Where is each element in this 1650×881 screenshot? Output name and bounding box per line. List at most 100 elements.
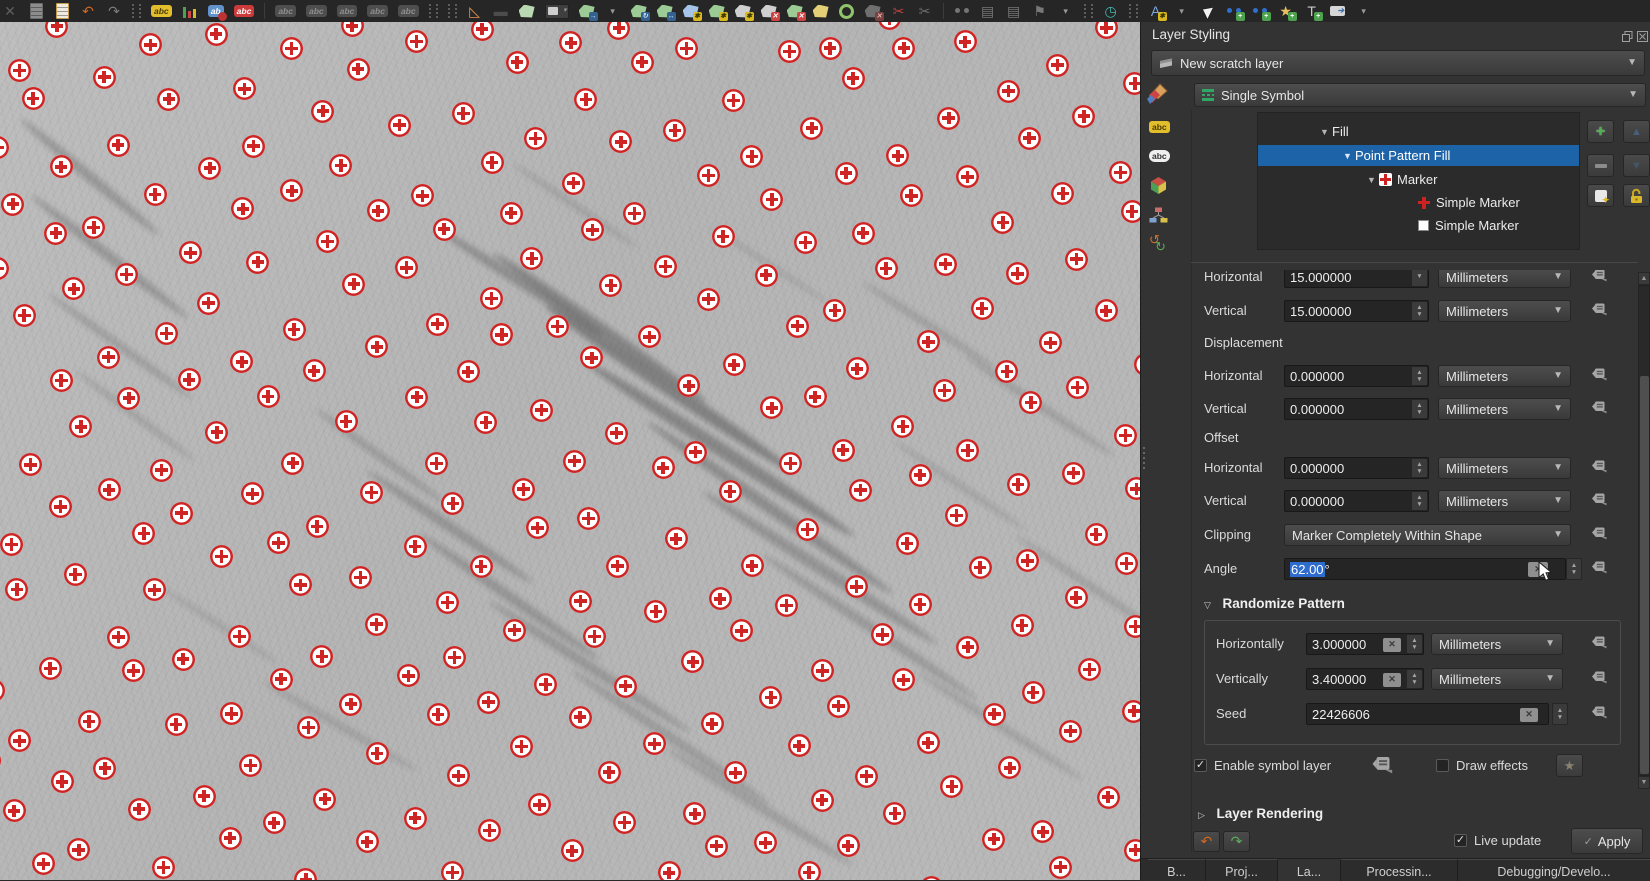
history-tab-icon[interactable]: ↺ ↻: [1149, 236, 1169, 256]
rotate-label-icon[interactable]: abc: [367, 2, 388, 20]
value-spinbox[interactable]: 0.000000▲▼: [1284, 365, 1429, 387]
spinner-buttons[interactable]: ▲▼: [1552, 703, 1568, 725]
scrollbar-thumb[interactable]: [1640, 376, 1649, 774]
layers-order-icon[interactable]: ▤: [1006, 2, 1022, 20]
maptips-icon[interactable]: ▬: [493, 2, 509, 20]
spin-down-icon[interactable]: ▼: [1416, 410, 1422, 416]
data-defined-button[interactable]: [1591, 459, 1607, 476]
spin-up-icon[interactable]: ▲: [1411, 638, 1417, 644]
data-defined-button[interactable]: [1591, 400, 1607, 417]
unit-dropdown[interactable]: Millimeters▼: [1431, 633, 1563, 655]
spin-up-icon[interactable]: ▲: [1416, 370, 1422, 376]
split-parts-icon[interactable]: ✕: [865, 2, 881, 20]
collapse-arrow-icon[interactable]: ▽: [1204, 600, 1211, 610]
duplicate-layout-icon[interactable]: [28, 2, 44, 20]
renderer-type-dropdown[interactable]: Single Symbol ▼: [1194, 83, 1646, 107]
spin-up-icon[interactable]: ▲: [1416, 462, 1422, 468]
dropdown-arrow-icon[interactable]: ▾: [605, 2, 621, 20]
spin-down-icon[interactable]: ▼: [1416, 502, 1422, 508]
value-spinbox[interactable]: 0.000000▲▼: [1284, 398, 1429, 420]
spinner-buttons[interactable]: ▲▼: [1412, 459, 1427, 477]
unit-dropdown[interactable]: Millimeters▼: [1431, 668, 1563, 690]
value-spinbox[interactable]: 0.000000▲▼: [1284, 457, 1429, 479]
labels-tab-icon[interactable]: abc: [1149, 118, 1170, 133]
expand-arrow-icon[interactable]: ▷: [1198, 810, 1205, 820]
temporal-controller-icon[interactable]: ◷: [1103, 2, 1119, 20]
unit-dropdown[interactable]: Millimeters▼: [1438, 457, 1571, 479]
value-spinbox[interactable]: 0.000000▲▼: [1284, 490, 1429, 512]
tree-row-point-pattern-fill[interactable]: ▼ Point Pattern Fill: [1258, 145, 1579, 166]
unit-dropdown[interactable]: Millimeters▼: [1438, 398, 1571, 420]
favorites-star-icon[interactable]: ★+: [1278, 2, 1294, 20]
clear-value-icon[interactable]: ✕: [1383, 673, 1401, 687]
add-vertex-icon[interactable]: +: [1226, 2, 1242, 20]
data-defined-button[interactable]: [1591, 367, 1607, 384]
apply-button[interactable]: ✓ Apply: [1571, 828, 1643, 854]
unit-dropdown[interactable]: Millimeters▼: [1438, 300, 1571, 322]
spin-up-icon[interactable]: ▲: [1416, 403, 1422, 409]
balloon-annotation-icon[interactable]: ➔: [1330, 2, 1346, 20]
lock-colors-button[interactable]: [1623, 184, 1650, 207]
spin-down-icon[interactable]: ▼: [1416, 377, 1422, 383]
enable-symbol-layer-checkbox[interactable]: ✓: [1194, 759, 1207, 772]
spinner-buttons[interactable]: ▲▼: [1566, 558, 1582, 580]
digitize-icon[interactable]: [519, 2, 535, 20]
dropdown-arrow-icon[interactable]: ▾: [1174, 2, 1190, 20]
spinner-buttons[interactable]: ▲▼: [1412, 367, 1427, 385]
duplicate-symbol-layer-button[interactable]: ✦: [1587, 184, 1614, 207]
value-spinbox[interactable]: 15.000000▲▼: [1284, 300, 1429, 322]
spinner-buttons[interactable]: ▲▼: [1412, 400, 1427, 418]
draw-effects-checkbox[interactable]: [1436, 759, 1449, 772]
data-defined-button[interactable]: [1591, 560, 1607, 577]
redo-icon[interactable]: ↷: [106, 2, 122, 20]
reshape-features-icon[interactable]: [813, 2, 829, 20]
spin-up-icon[interactable]: ▲: [1411, 673, 1417, 679]
data-defined-button[interactable]: [1591, 526, 1607, 543]
labeling-options-icon[interactable]: [182, 2, 198, 20]
spin-down-icon[interactable]: ▼: [1411, 680, 1417, 686]
bottom-tab-3[interactable]: La...: [1278, 859, 1341, 881]
move-down-button[interactable]: ▼: [1623, 154, 1650, 177]
clear-value-icon[interactable]: ✕: [1383, 638, 1401, 652]
delete-part-icon[interactable]: ✕: [787, 2, 803, 20]
spinner-buttons[interactable]: ▲▼: [1407, 670, 1422, 688]
remove-symbol-layer-button[interactable]: [1587, 154, 1614, 177]
add-part-icon[interactable]: ✱: [709, 2, 725, 20]
spin-up-icon[interactable]: ▲: [1571, 563, 1577, 569]
dropdown-arrow-icon[interactable]: ▾: [1356, 2, 1372, 20]
bottom-tab-1[interactable]: B...: [1148, 859, 1206, 881]
spinner-buttons[interactable]: ▲▼: [1412, 302, 1427, 320]
undo-style-button[interactable]: ↶: [1193, 831, 1220, 852]
spin-down-icon[interactable]: ▼: [1416, 274, 1422, 280]
value-spinbox[interactable]: 3.000000✕▲▼: [1306, 633, 1424, 655]
select-tool-icon[interactable]: ✕: [2, 2, 18, 20]
unit-dropdown[interactable]: Millimeters▼: [1438, 365, 1571, 387]
remove-vertex-icon[interactable]: +: [1252, 2, 1268, 20]
new-layout-icon[interactable]: [54, 2, 70, 20]
bottom-tab-4[interactable]: Processin...: [1341, 859, 1458, 881]
vertex-tool-icon[interactable]: ▶: [1200, 2, 1216, 20]
seed-spinbox[interactable]: 22426606✕: [1306, 703, 1549, 725]
unit-dropdown[interactable]: Millimeters▼: [1438, 266, 1571, 288]
callouts-tab-icon[interactable]: abc: [1149, 147, 1170, 162]
move-up-button[interactable]: ▲: [1623, 120, 1650, 143]
data-defined-button[interactable]: [1591, 268, 1607, 285]
clear-value-icon[interactable]: ✕: [1520, 708, 1538, 722]
merge-features-icon[interactable]: ✂: [917, 2, 933, 20]
text-annotation-icon[interactable]: T+: [1304, 2, 1320, 20]
enable-data-defined-icon[interactable]: [1371, 755, 1393, 777]
spinner-buttons[interactable]: ▼: [1412, 268, 1427, 286]
move-feature-icon[interactable]: →: [579, 2, 595, 20]
spin-down-icon[interactable]: ▼: [1557, 715, 1563, 721]
expand-arrow-icon[interactable]: ▼: [1367, 175, 1379, 185]
measure-icon[interactable]: ◺: [467, 2, 483, 20]
undo-icon[interactable]: ↶: [80, 2, 96, 20]
show-hide-labels-icon[interactable]: abc: [306, 2, 327, 20]
tree-row-simple-marker-square[interactable]: Simple Marker: [1258, 215, 1579, 236]
pin-unpin-labels-icon[interactable]: abc: [275, 2, 296, 20]
offset-curve-icon[interactable]: [839, 2, 855, 20]
spin-up-icon[interactable]: ▲: [1416, 305, 1422, 311]
spin-down-icon[interactable]: ▼: [1416, 469, 1422, 475]
split-features-icon[interactable]: ✂: [891, 2, 907, 20]
layer-selector-dropdown[interactable]: New scratch layer ▼: [1151, 50, 1645, 76]
